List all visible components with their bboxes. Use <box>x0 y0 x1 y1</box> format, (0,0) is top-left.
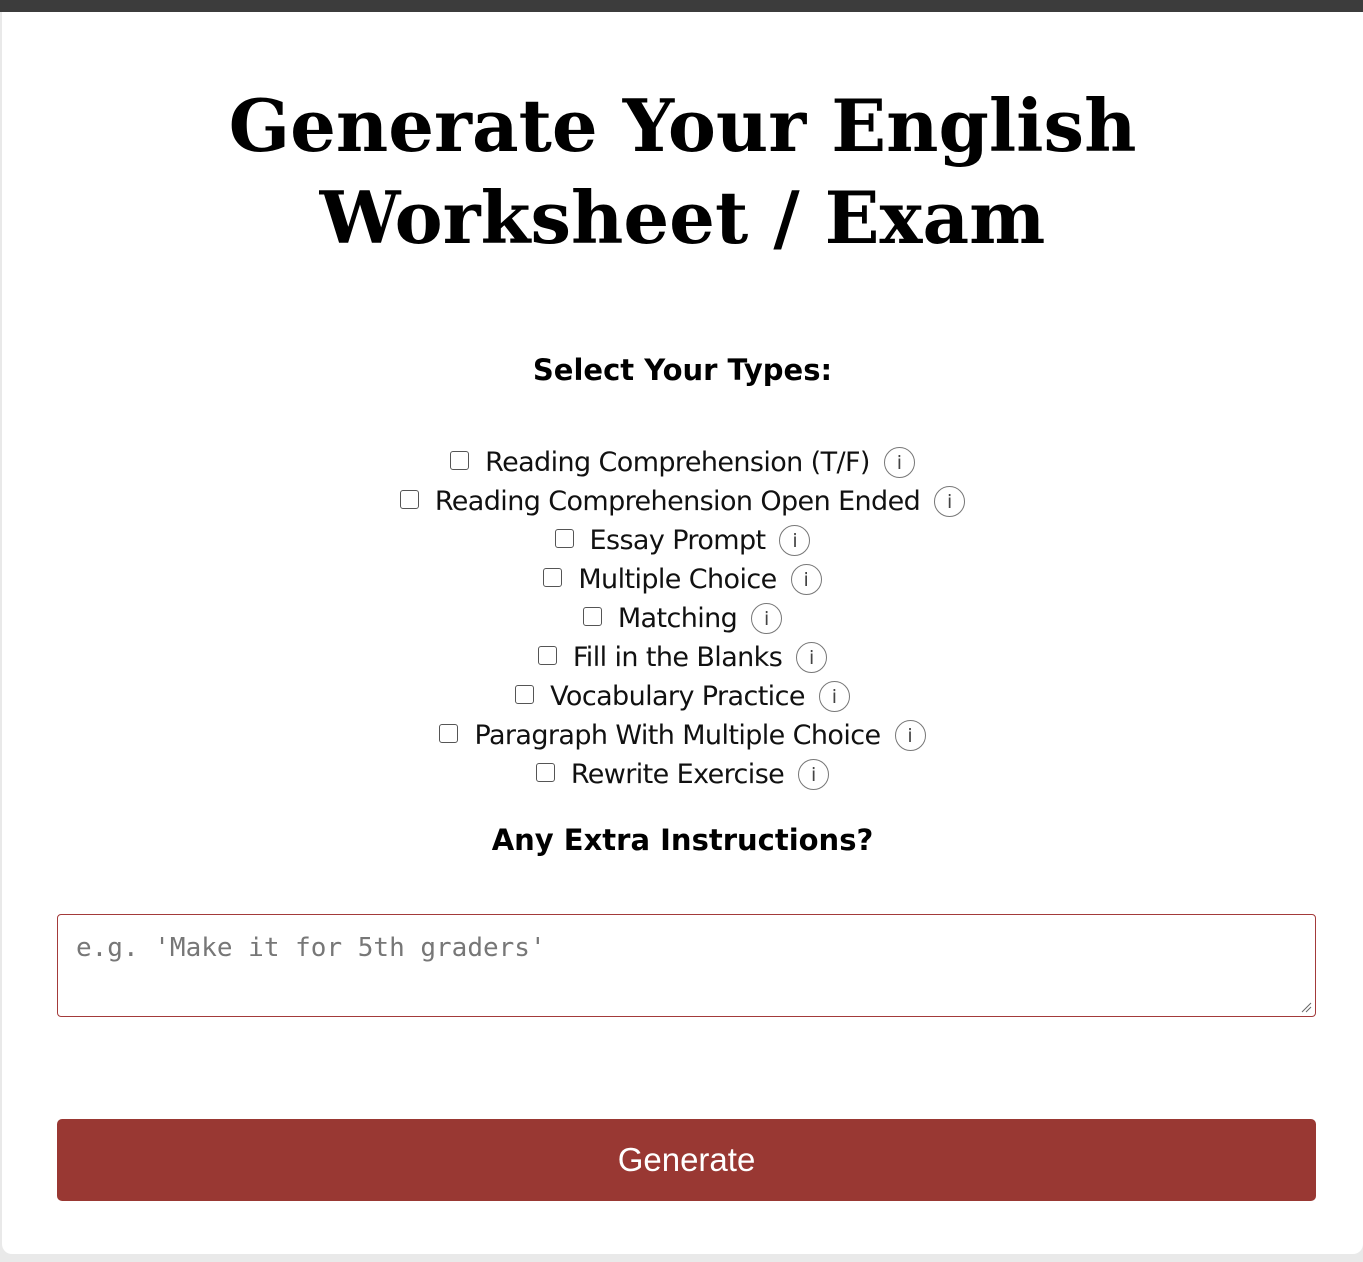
checkbox-fill-in-the-blanks[interactable] <box>537 646 557 665</box>
type-label: Multiple Choice <box>578 564 777 595</box>
extra-instructions-heading: Any Extra Instructions? <box>491 823 874 857</box>
type-label: Vocabulary Practice <box>550 681 805 712</box>
type-label: Rewrite Exercise <box>570 759 785 790</box>
checkbox-paragraph-multiple-choice[interactable] <box>439 724 459 743</box>
info-icon[interactable]: i <box>818 681 850 712</box>
type-label: Fill in the Blanks <box>572 642 783 673</box>
info-icon[interactable]: i <box>798 759 830 790</box>
type-label: Essay Prompt <box>589 525 767 556</box>
type-label: Reading Comprehension Open Ended <box>434 486 921 517</box>
checkbox-essay-prompt[interactable] <box>554 529 574 548</box>
info-icon[interactable]: i <box>796 642 828 673</box>
generate-button[interactable]: Generate <box>57 1119 1316 1201</box>
info-icon[interactable]: i <box>883 447 915 478</box>
types-heading: Select Your Types: <box>532 353 833 387</box>
checkbox-reading-comprehension-tf[interactable] <box>450 451 470 470</box>
checkbox-vocabulary-practice[interactable] <box>515 685 535 704</box>
extra-instructions-input[interactable] <box>57 914 1316 1017</box>
checkbox-multiple-choice[interactable] <box>543 568 563 587</box>
type-item-vocabulary-practice: Vocabulary Practice i <box>2 677 1363 716</box>
info-icon[interactable]: i <box>779 525 811 556</box>
worksheet-form-card: Generate Your English Worksheet / Exam S… <box>2 12 1363 1254</box>
info-icon[interactable]: i <box>790 564 822 595</box>
type-label: Paragraph With Multiple Choice <box>474 720 881 751</box>
info-icon[interactable]: i <box>934 486 966 517</box>
type-item-essay-prompt: Essay Prompt i <box>2 521 1363 560</box>
type-item-fill-in-the-blanks: Fill in the Blanks i <box>2 638 1363 677</box>
info-icon[interactable]: i <box>894 720 926 751</box>
checkbox-matching[interactable] <box>582 607 602 626</box>
type-item-reading-comprehension-tf: Reading Comprehension (T/F) i <box>2 443 1363 482</box>
checkbox-reading-comprehension-open[interactable] <box>399 490 419 509</box>
type-item-paragraph-multiple-choice: Paragraph With Multiple Choice i <box>2 716 1363 755</box>
type-item-matching: Matching i <box>2 599 1363 638</box>
checkbox-rewrite-exercise[interactable] <box>535 763 555 782</box>
types-list: Reading Comprehension (T/F) i Reading Co… <box>2 443 1363 794</box>
type-item-multiple-choice: Multiple Choice i <box>2 560 1363 599</box>
type-item-rewrite-exercise: Rewrite Exercise i <box>2 755 1363 794</box>
resize-grip-icon[interactable] <box>1300 1001 1312 1013</box>
type-item-reading-comprehension-open: Reading Comprehension Open Ended i <box>2 482 1363 521</box>
type-label: Reading Comprehension (T/F) <box>485 447 870 478</box>
type-label: Matching <box>617 603 738 634</box>
page-title: Generate Your English Worksheet / Exam <box>228 83 1137 260</box>
browser-top-bar <box>0 0 1363 12</box>
info-icon[interactable]: i <box>751 603 783 634</box>
